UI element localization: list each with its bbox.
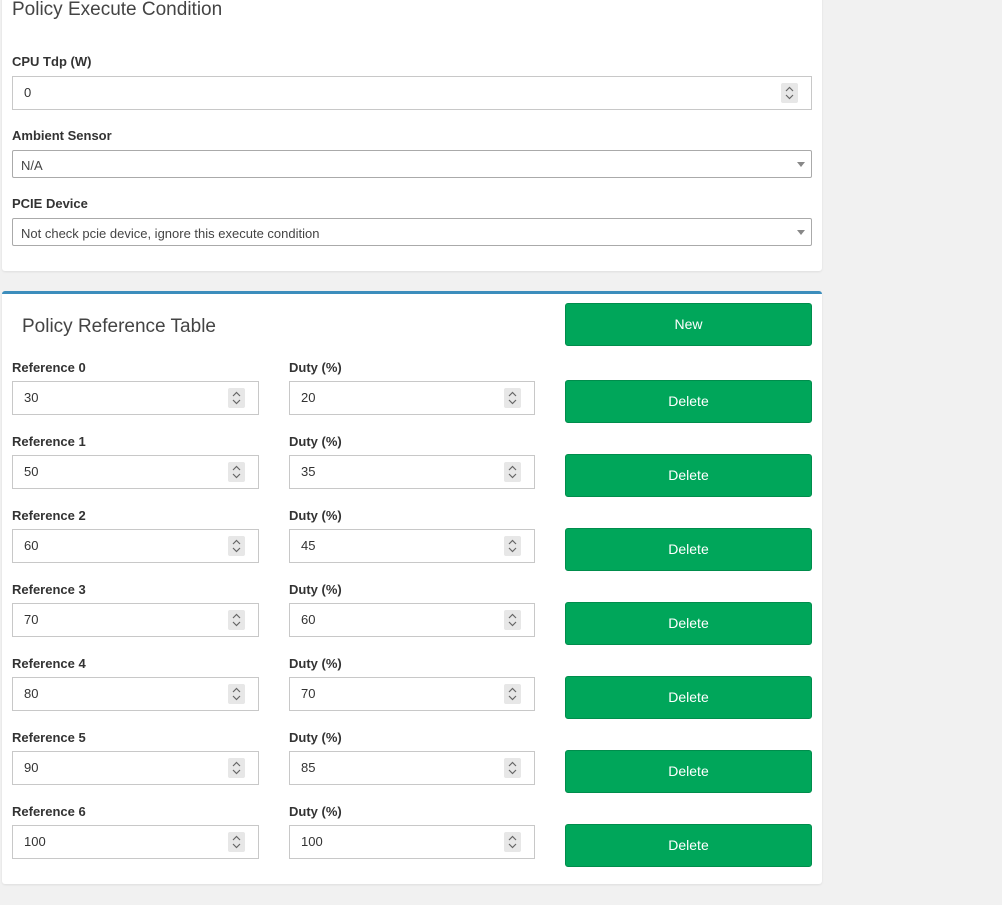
duty-label: Duty (%) <box>289 508 342 523</box>
spinner-icon[interactable] <box>228 536 245 556</box>
pcie-device-label: PCIE Device <box>12 196 88 211</box>
spinner-icon[interactable] <box>504 684 521 704</box>
duty-value: 85 <box>301 760 316 775</box>
spinner-icon[interactable] <box>504 832 521 852</box>
reference-value: 50 <box>24 464 39 479</box>
duty-label: Duty (%) <box>289 804 342 819</box>
reference-input[interactable]: 50 <box>12 455 259 489</box>
duty-value: 100 <box>301 834 323 849</box>
duty-label: Duty (%) <box>289 434 342 449</box>
duty-input[interactable]: 70 <box>289 677 535 711</box>
new-button[interactable]: New <box>565 303 812 346</box>
cpu-tdp-value: 0 <box>24 85 32 100</box>
duty-value: 70 <box>301 686 316 701</box>
duty-value: 60 <box>301 612 316 627</box>
spinner-icon[interactable] <box>228 388 245 408</box>
reference-label: Reference 6 <box>12 804 86 819</box>
cpu-tdp-input[interactable]: 0 <box>12 76 812 110</box>
reference-input[interactable]: 90 <box>12 751 259 785</box>
ambient-sensor-value: N/A <box>21 158 43 173</box>
policy-reference-table-panel: Policy Reference Table New Reference 0 30… <box>2 291 822 884</box>
reference-value: 70 <box>24 612 39 627</box>
duty-value: 45 <box>301 538 316 553</box>
duty-label: Duty (%) <box>289 360 342 375</box>
delete-button[interactable]: Delete <box>565 454 812 497</box>
reference-value: 100 <box>24 834 46 849</box>
reference-label: Reference 0 <box>12 360 86 375</box>
spinner-icon[interactable] <box>504 536 521 556</box>
duty-label: Duty (%) <box>289 730 342 745</box>
reference-input[interactable]: 100 <box>12 825 259 859</box>
delete-button[interactable]: Delete <box>565 676 812 719</box>
duty-value: 20 <box>301 390 316 405</box>
pcie-device-value: Not check pcie device, ignore this execu… <box>21 226 320 241</box>
reference-input[interactable]: 30 <box>12 381 259 415</box>
reference-label: Reference 1 <box>12 434 86 449</box>
spinner-icon[interactable] <box>228 462 245 482</box>
ambient-sensor-select[interactable]: N/A <box>12 150 812 178</box>
duty-input[interactable]: 45 <box>289 529 535 563</box>
delete-button[interactable]: Delete <box>565 750 812 793</box>
reference-input[interactable]: 60 <box>12 529 259 563</box>
reference-value: 90 <box>24 760 39 775</box>
dropdown-arrow-icon <box>797 162 805 167</box>
delete-button[interactable]: Delete <box>565 528 812 571</box>
reference-value: 80 <box>24 686 39 701</box>
duty-input[interactable]: 100 <box>289 825 535 859</box>
reference-input[interactable]: 70 <box>12 603 259 637</box>
spinner-icon[interactable] <box>504 462 521 482</box>
spinner-icon[interactable] <box>504 758 521 778</box>
pcie-device-select[interactable]: Not check pcie device, ignore this execu… <box>12 218 812 246</box>
cpu-tdp-label: CPU Tdp (W) <box>12 54 92 69</box>
spinner-icon[interactable] <box>781 83 798 103</box>
dropdown-arrow-icon <box>797 230 805 235</box>
duty-label: Duty (%) <box>289 656 342 671</box>
reference-label: Reference 5 <box>12 730 86 745</box>
spinner-icon[interactable] <box>228 758 245 778</box>
spinner-icon[interactable] <box>504 388 521 408</box>
duty-input[interactable]: 60 <box>289 603 535 637</box>
reference-input[interactable]: 80 <box>12 677 259 711</box>
delete-button[interactable]: Delete <box>565 380 812 423</box>
delete-button[interactable]: Delete <box>565 602 812 645</box>
duty-input[interactable]: 85 <box>289 751 535 785</box>
duty-label: Duty (%) <box>289 582 342 597</box>
reference-value: 60 <box>24 538 39 553</box>
reference-value: 30 <box>24 390 39 405</box>
reference-label: Reference 4 <box>12 656 86 671</box>
duty-input[interactable]: 20 <box>289 381 535 415</box>
policy-execute-condition-panel: Policy Execute Condition CPU Tdp (W) 0 A… <box>2 0 822 271</box>
reference-label: Reference 3 <box>12 582 86 597</box>
ambient-sensor-label: Ambient Sensor <box>12 128 112 143</box>
duty-input[interactable]: 35 <box>289 455 535 489</box>
spinner-icon[interactable] <box>228 610 245 630</box>
reference-label: Reference 2 <box>12 508 86 523</box>
duty-value: 35 <box>301 464 316 479</box>
reference-table-title: Policy Reference Table <box>22 316 216 337</box>
execute-condition-title: Policy Execute Condition <box>12 0 223 20</box>
spinner-icon[interactable] <box>228 832 245 852</box>
spinner-icon[interactable] <box>504 610 521 630</box>
spinner-icon[interactable] <box>228 684 245 704</box>
delete-button[interactable]: Delete <box>565 824 812 867</box>
